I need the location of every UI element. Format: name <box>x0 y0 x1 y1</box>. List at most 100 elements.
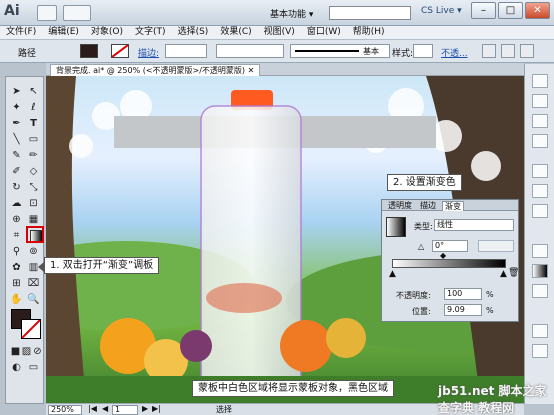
scale-tool-icon[interactable]: ⤡ <box>27 181 40 194</box>
direct-selection-tool-icon[interactable]: ↖ <box>27 85 40 98</box>
callout-step2: 2. 设置渐变色 <box>387 174 462 191</box>
eyedropper-icon[interactable]: ⚲ <box>10 245 23 258</box>
rotate-tool-icon[interactable]: ↻ <box>10 181 23 194</box>
screen-mode-icon[interactable]: ▭ <box>27 361 40 374</box>
align-panel-icon[interactable] <box>532 324 548 338</box>
gradient-slider-bar[interactable] <box>392 259 506 268</box>
swatches-panel-icon[interactable] <box>532 94 548 108</box>
zoom-field[interactable]: 250% <box>48 405 82 415</box>
stroke-swatch[interactable] <box>111 44 129 58</box>
close-button[interactable]: ✕ <box>525 2 550 19</box>
angle-field[interactable]: 0° <box>432 240 468 252</box>
opacity-label[interactable]: 不透... <box>441 46 468 59</box>
maximize-button[interactable]: □ <box>498 2 523 19</box>
path-label: 路径 <box>18 49 37 59</box>
warp-tool-icon[interactable]: ☁ <box>10 197 23 210</box>
layers-icon[interactable] <box>532 204 548 218</box>
menu-type[interactable]: 文字(T) <box>129 26 172 39</box>
trash-icon[interactable]: 🗑 <box>508 268 519 278</box>
menu-select[interactable]: 选择(S) <box>172 26 215 39</box>
page-field[interactable]: 1 <box>112 405 138 415</box>
gradient-type-select[interactable]: 线性 <box>434 219 514 231</box>
stroke-color-box[interactable] <box>21 319 41 339</box>
brush-field[interactable]: 基本 <box>290 44 390 58</box>
stroke-weight-field[interactable] <box>165 44 207 58</box>
stroke-panel-icon[interactable] <box>532 244 548 258</box>
menu-object[interactable]: 对象(O) <box>85 26 129 39</box>
brushes-panel-icon[interactable] <box>532 114 548 128</box>
stroke-label[interactable]: 描边: <box>138 46 159 59</box>
tab-close-icon[interactable]: ✕ <box>248 66 255 75</box>
zoom-tool-icon[interactable]: 🔍 <box>27 293 40 306</box>
transparency-panel-icon[interactable] <box>532 284 548 298</box>
fill-swatch[interactable] <box>80 44 98 58</box>
perspective-grid-icon[interactable]: ▦ <box>27 213 40 226</box>
aspect-field[interactable] <box>478 240 514 252</box>
tab-gradient[interactable]: 渐变 <box>442 201 464 211</box>
slice-tool-icon[interactable]: ⌧ <box>27 277 40 290</box>
artboard-tool-icon[interactable]: ⊞ <box>10 277 23 290</box>
eraser-icon[interactable]: ◇ <box>27 165 40 178</box>
pencil-icon[interactable]: ✏ <box>27 149 40 162</box>
gradient-panel-icon[interactable] <box>532 264 548 278</box>
line-tool-icon[interactable]: ╲ <box>10 133 23 146</box>
draw-mode-icon[interactable]: ◐ <box>10 361 23 374</box>
next-page-icon[interactable]: ▶ <box>142 404 148 413</box>
document-tab[interactable]: 背景完成. ai* @ 250% (<不透明蒙版>/不透明蒙版) ✕ <box>50 64 261 76</box>
title-bar: Ai 基本功能 ▾ CS Live ▾ – □ ✕ <box>0 0 554 26</box>
prev-page-icon[interactable]: ◀ <box>102 404 108 413</box>
menu-window[interactable]: 窗口(W) <box>301 26 347 39</box>
type-tool-icon[interactable]: T <box>27 117 40 130</box>
free-transform-icon[interactable]: ⊡ <box>27 197 40 210</box>
blend-tool-icon[interactable]: ⊚ <box>27 245 40 258</box>
none-mode-icon[interactable]: ⊘ <box>31 345 44 358</box>
menu-effect[interactable]: 效果(C) <box>214 26 257 39</box>
paintbrush-icon[interactable]: ✎ <box>10 149 23 162</box>
pen-tool-icon[interactable]: ✒ <box>10 117 23 130</box>
menu-help[interactable]: 帮助(H) <box>347 26 391 39</box>
hand-tool-icon[interactable]: ✋ <box>10 293 23 306</box>
tab-stroke[interactable]: 描边 <box>418 201 438 211</box>
variable-width-field[interactable] <box>216 44 284 58</box>
style-swatch[interactable] <box>413 44 433 58</box>
menu-file[interactable]: 文件(F) <box>0 26 42 39</box>
minimize-button[interactable]: – <box>471 2 496 19</box>
position-field[interactable]: 9.09 <box>444 304 482 316</box>
search-input[interactable] <box>329 6 411 20</box>
opacity-field[interactable]: 100 <box>444 288 482 300</box>
first-page-icon[interactable]: |◀ <box>88 404 97 413</box>
graphic-styles-icon[interactable] <box>532 164 548 178</box>
blob-brush-icon[interactable]: ✐ <box>10 165 23 178</box>
arrange-icon[interactable] <box>63 5 91 21</box>
last-page-icon[interactable]: ▶| <box>152 404 161 413</box>
pathfinder-icon[interactable] <box>532 344 548 358</box>
color-stop-left[interactable]: ▲ <box>389 269 396 279</box>
mesh-tool-icon[interactable]: ⌗ <box>10 229 23 242</box>
gradient-preview-swatch[interactable] <box>386 217 406 237</box>
illustrator-window: Ai 基本功能 ▾ CS Live ▾ – □ ✕ 文件(F) 编辑(E) 对象… <box>0 0 554 415</box>
brush-stroke-icon <box>295 50 359 52</box>
selection-tool-icon[interactable]: ➤ <box>10 85 23 98</box>
angle-value: 0° <box>435 241 445 250</box>
magic-wand-icon[interactable]: ✦ <box>10 101 23 114</box>
shape-builder-icon[interactable]: ⊕ <box>10 213 23 226</box>
midpoint-diamond[interactable]: ◆ <box>440 251 446 260</box>
cs-live-button[interactable]: CS Live ▾ <box>421 6 462 16</box>
document-tab-bar: 背景完成. ai* @ 250% (<不透明蒙版>/不透明蒙版) ✕ <box>46 63 524 76</box>
menu-edit[interactable]: 编辑(E) <box>42 26 85 39</box>
color-panel-icon[interactable] <box>532 74 548 88</box>
control-bar: 路径 描边: 基本 样式: 不透... <box>0 40 554 63</box>
recolor-icon[interactable] <box>482 44 496 58</box>
align-icon[interactable] <box>501 44 515 58</box>
symbols-panel-icon[interactable] <box>532 134 548 148</box>
symbol-sprayer-icon[interactable]: ✿ <box>10 261 23 274</box>
appearance-icon[interactable] <box>532 184 548 198</box>
transform-icon[interactable] <box>520 44 534 58</box>
workspace-switcher[interactable]: 基本功能 ▾ <box>270 7 313 20</box>
color-stop-right[interactable]: ▲ <box>500 269 507 279</box>
rectangle-tool-icon[interactable]: ▭ <box>27 133 40 146</box>
lasso-tool-icon[interactable]: ℓ <box>27 101 40 114</box>
menu-view[interactable]: 视图(V) <box>258 26 301 39</box>
bridge-icon[interactable] <box>37 5 57 21</box>
tab-transparency[interactable]: 透明度 <box>386 201 414 211</box>
